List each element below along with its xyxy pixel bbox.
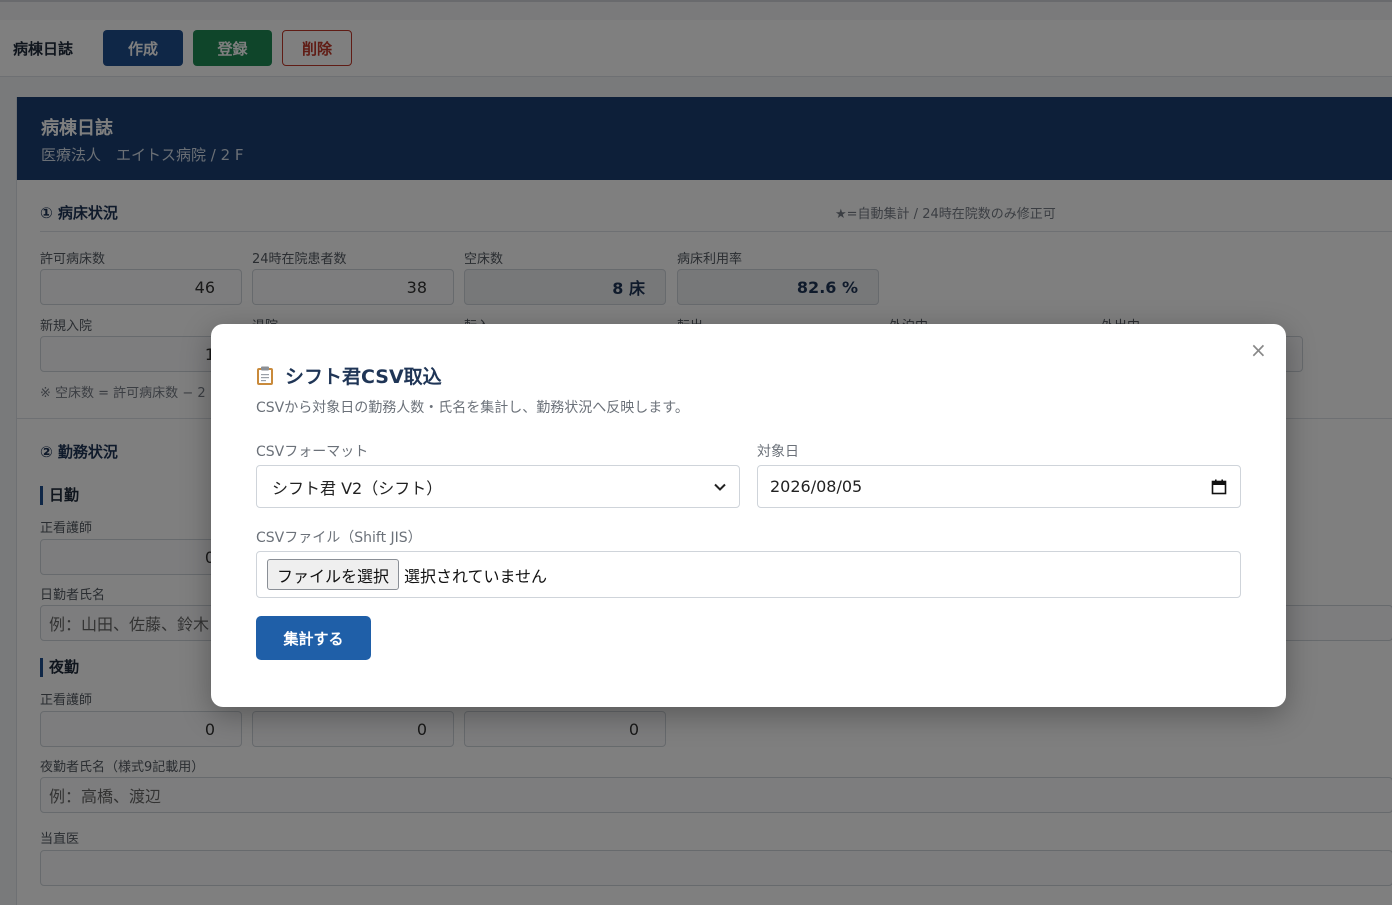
close-icon[interactable]: × <box>1250 340 1267 360</box>
clipboard-icon <box>256 366 274 386</box>
file-label: CSVファイル（Shift JIS） <box>256 530 422 546</box>
target-date-input[interactable]: 2026/08/05 <box>757 465 1241 508</box>
csv-format-select[interactable]: シフト君 V2（シフト） <box>256 465 740 508</box>
format-label: CSVフォーマット <box>256 444 369 460</box>
modal-title-text: シフト君CSV取込 <box>285 366 442 388</box>
modal-title: シフト君CSV取込 <box>256 362 442 389</box>
date-label: 対象日 <box>757 444 799 460</box>
aggregate-button[interactable]: 集計する <box>256 616 371 660</box>
calendar-icon[interactable] <box>1211 479 1227 495</box>
csv-format-value: シフト君 V2（シフト） <box>272 478 443 498</box>
chevron-down-icon <box>713 479 727 493</box>
file-status: 選択されていません <box>404 566 548 586</box>
csv-file-input[interactable]: ファイルを選択 選択されていません <box>256 551 1241 598</box>
choose-file-button[interactable]: ファイルを選択 <box>267 559 400 590</box>
csv-import-modal: × シフト君CSV取込 CSVから対象日の勤務人数・氏名を集計し、勤務状況へ反映… <box>211 324 1286 707</box>
target-date-value: 2026/08/05 <box>770 477 863 496</box>
modal-description: CSVから対象日の勤務人数・氏名を集計し、勤務状況へ反映します。 <box>256 400 689 416</box>
